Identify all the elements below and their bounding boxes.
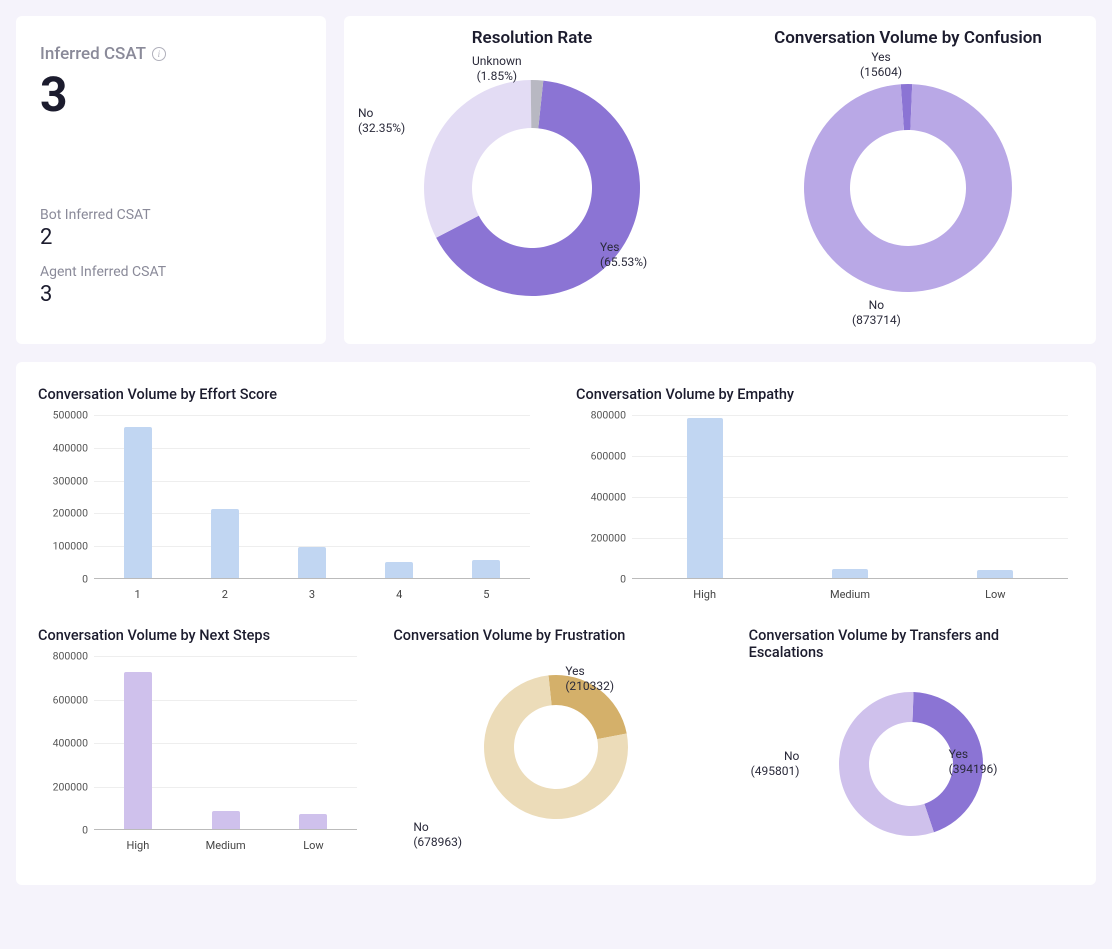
frustration-block: Conversation Volume by Frustration Yes(2…: [393, 627, 718, 869]
csat-title-row: Inferred CSAT i: [40, 44, 302, 64]
x-tick: 5: [483, 588, 489, 601]
y-tick: 400000: [576, 491, 626, 504]
x-tick: Medium: [206, 839, 246, 852]
y-tick: 0: [38, 573, 88, 586]
y-tick: 200000: [38, 780, 88, 793]
y-tick: 0: [38, 824, 88, 837]
agent-csat-value: 3: [40, 282, 302, 307]
transfers-block: Conversation Volume by Transfers and Esc…: [749, 627, 1074, 869]
next-steps-block: Conversation Volume by Next Steps 0 20000…: [38, 627, 363, 869]
chart-label: Yes(210332): [565, 664, 614, 694]
y-tick: 300000: [38, 474, 88, 487]
top-donuts-card: Resolution Rate Unknown(1.85%) No(32.35%)…: [344, 16, 1096, 344]
chart-label: Yes(394196): [949, 747, 998, 777]
x-tick: Low: [303, 839, 323, 852]
bar: [385, 562, 413, 578]
y-tick: 400000: [38, 441, 88, 454]
chart-title: Conversation Volume by Empathy: [576, 386, 1074, 403]
csat-title: Inferred CSAT: [40, 44, 146, 64]
chart-label: No(873714): [852, 298, 901, 328]
effort-score-block: Conversation Volume by Effort Score 0 100…: [38, 386, 536, 601]
x-tick: High: [693, 588, 716, 601]
donut-segment: [424, 80, 531, 238]
chart-label: Unknown(1.85%): [472, 54, 522, 84]
chart-title: Resolution Rate: [352, 28, 712, 48]
frustration-chart: Yes(210332) No(678963): [393, 652, 718, 852]
bar: [211, 509, 239, 578]
x-tick: High: [126, 839, 149, 852]
x-tick: 4: [396, 588, 402, 601]
bot-csat-value: 2: [40, 225, 302, 250]
csat-value: 3: [40, 66, 302, 123]
bar: [124, 427, 152, 578]
y-tick: 800000: [576, 409, 626, 422]
y-tick: 500000: [38, 409, 88, 422]
chart-label: No(678963): [413, 820, 462, 850]
chart-label: No(32.35%): [358, 106, 405, 136]
chart-title: Conversation Volume by Next Steps: [38, 627, 363, 644]
agent-csat-label: Agent Inferred CSAT: [40, 264, 302, 280]
resolution-rate-chart: Unknown(1.85%) No(32.35%) Yes(65.53%): [352, 48, 712, 328]
y-tick: 100000: [38, 540, 88, 553]
y-tick: 400000: [38, 737, 88, 750]
chart-label: Yes(65.53%): [600, 240, 647, 270]
y-tick: 600000: [576, 450, 626, 463]
bar: [299, 814, 327, 829]
empathy-chart: 0 200000 400000 600000 800000 High Medium Low: [576, 411, 1074, 601]
bar: [212, 811, 240, 829]
chart-title: Conversation Volume by Frustration: [393, 627, 718, 644]
x-tick: 3: [309, 588, 315, 601]
y-tick: 600000: [38, 693, 88, 706]
confusion-chart: Yes(15604) No(873714): [728, 48, 1088, 328]
empathy-block: Conversation Volume by Empathy 0 200000 40…: [576, 386, 1074, 601]
next-steps-chart: 0 200000 400000 600000 800000 High Medium Low: [38, 652, 363, 852]
chart-title: Conversation Volume by Effort Score: [38, 386, 536, 403]
chart-label: Yes(15604): [860, 50, 902, 80]
bottom-card: Conversation Volume by Effort Score 0100…: [16, 362, 1096, 885]
y-tick: 200000: [38, 507, 88, 520]
bar: [977, 570, 1013, 578]
x-tick: Low: [985, 588, 1005, 601]
y-tick: 800000: [38, 650, 88, 663]
transfers-chart: Yes(394196) No(495801): [749, 669, 1074, 869]
bar: [472, 560, 500, 578]
x-tick: Medium: [830, 588, 870, 601]
bar: [832, 569, 868, 578]
csat-card: Inferred CSAT i 3 Bot Inferred CSAT 2 Ag…: [16, 16, 326, 344]
bar: [687, 418, 723, 578]
bar: [124, 672, 152, 829]
info-icon[interactable]: i: [152, 47, 166, 61]
bot-csat-label: Bot Inferred CSAT: [40, 207, 302, 223]
y-tick: 0: [576, 573, 626, 586]
resolution-rate-block: Resolution Rate Unknown(1.85%) No(32.35%)…: [344, 16, 720, 344]
x-tick: 2: [222, 588, 228, 601]
effort-score-chart: 0 100000 200000 300000 400000 500000 1 2 3 4 5: [38, 411, 536, 601]
chart-label: No(495801): [751, 749, 800, 779]
bar: [298, 547, 326, 578]
chart-title: Conversation Volume by Transfers and Esc…: [749, 627, 1029, 661]
x-tick: 1: [135, 588, 141, 601]
y-tick: 200000: [576, 532, 626, 545]
confusion-block: Conversation Volume by Confusion Yes(156…: [720, 16, 1096, 344]
chart-title: Conversation Volume by Confusion: [728, 28, 1088, 48]
